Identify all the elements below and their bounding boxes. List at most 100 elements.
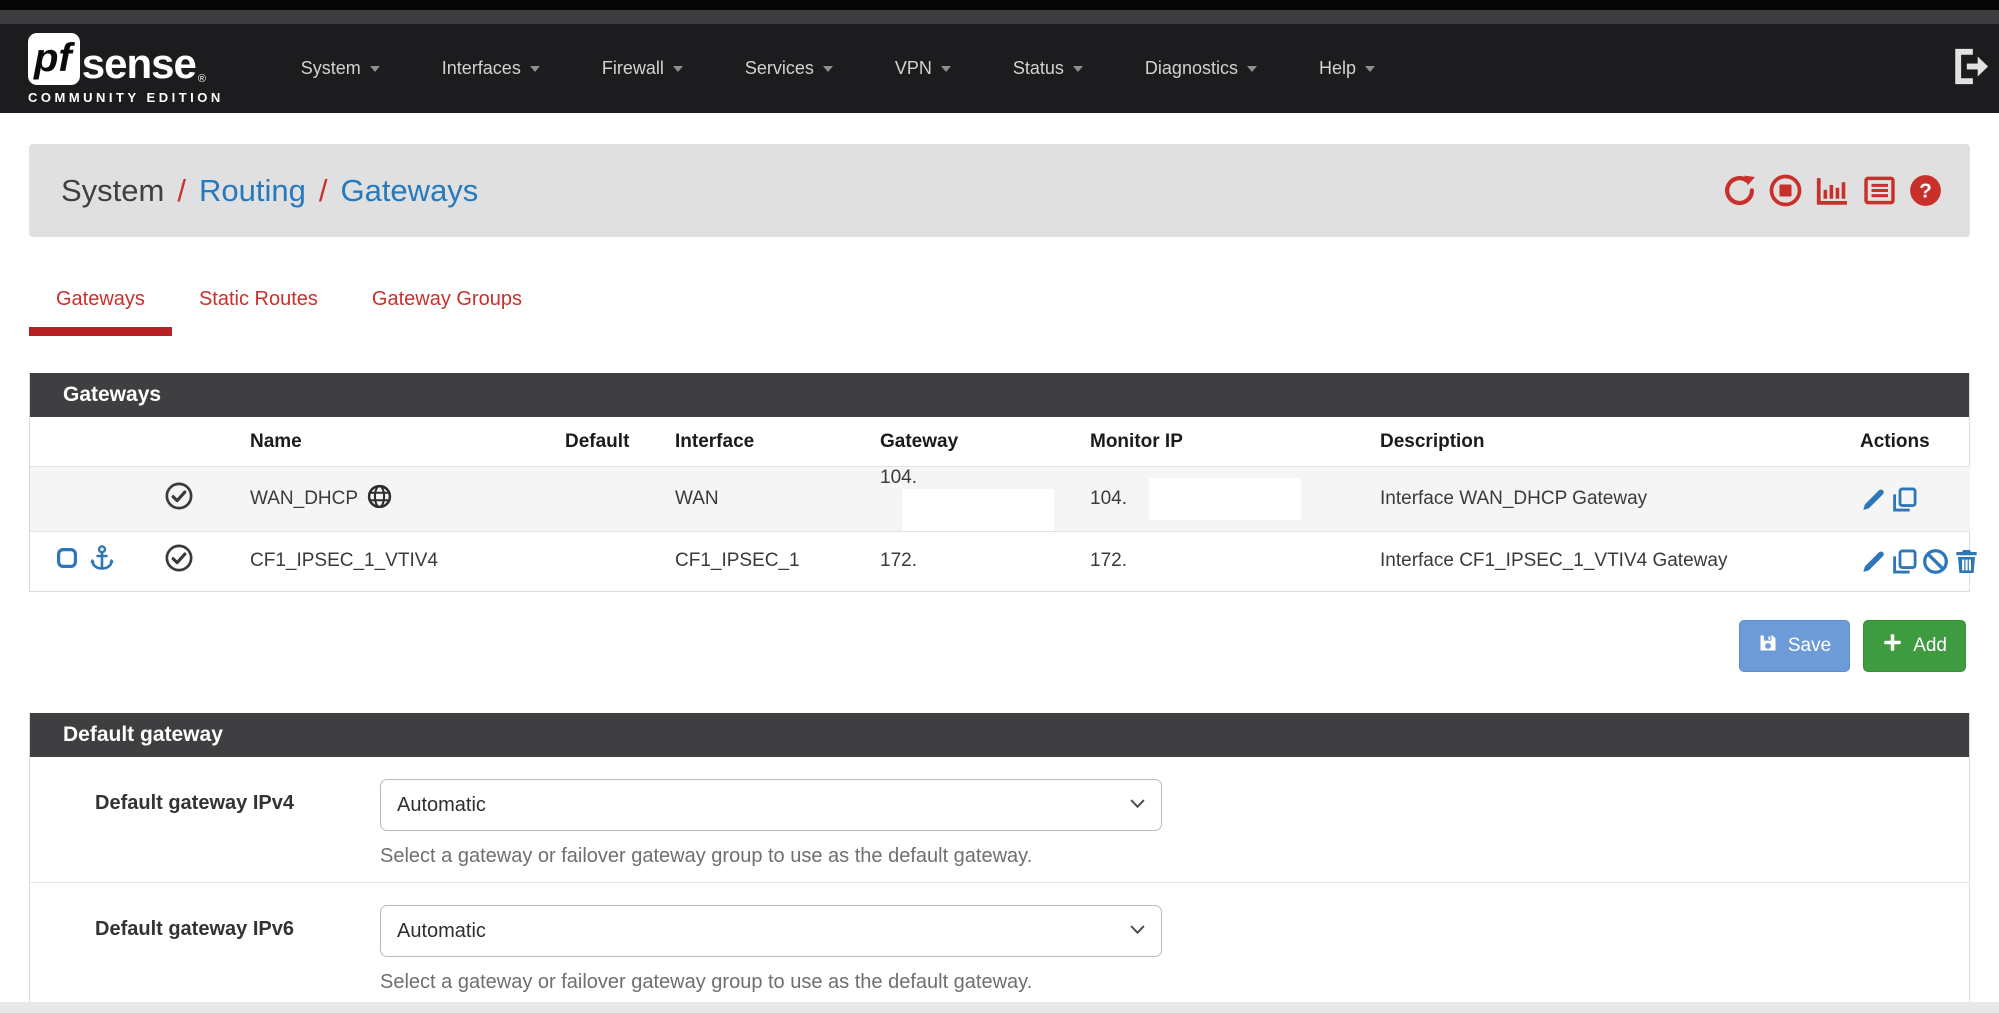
- table-row: CF1_IPSEC_1_VTIV4 CF1_IPSEC_1 172. 172. …: [30, 532, 1970, 591]
- chevron-down-icon: [370, 66, 380, 72]
- default-gateway-ipv4-row: Default gateway IPv4 Automatic Select a …: [30, 757, 1969, 882]
- breadcrumb: System / Routing / Gateways: [61, 173, 478, 209]
- gateway-name: WAN_DHCP: [250, 488, 358, 510]
- gateway-description: Interface CF1_IPSEC_1_VTIV4 Gateway: [1360, 532, 1840, 591]
- check-circle-icon: [165, 494, 193, 515]
- logo-registered-mark: ®: [198, 73, 206, 85]
- monitor-ip: 104.: [1090, 488, 1127, 509]
- square-icon[interactable]: [55, 546, 79, 576]
- check-circle-icon: [165, 556, 193, 577]
- copy-icon[interactable]: [1891, 486, 1918, 513]
- breadcrumb-routing-link[interactable]: Routing: [199, 173, 306, 209]
- chevron-down-icon: [941, 66, 951, 72]
- chevron-down-icon: [530, 66, 540, 72]
- gateway-default: [545, 467, 655, 532]
- breadcrumb-gateways-link[interactable]: Gateways: [340, 173, 478, 209]
- page-content: System / Routing / Gateways: [0, 144, 1999, 1009]
- help-icon[interactable]: ?: [1909, 174, 1942, 207]
- stop-icon[interactable]: [1769, 174, 1802, 207]
- trash-icon[interactable]: [1953, 548, 1980, 575]
- tab-static-routes[interactable]: Static Routes: [172, 288, 345, 336]
- col-monitor-ip: Monitor IP: [1070, 417, 1360, 467]
- default-gateway-ipv4-help: Select a gateway or failover gateway gro…: [380, 845, 1162, 868]
- gateway-interface: WAN: [655, 467, 860, 532]
- tab-gateways[interactable]: Gateways: [29, 288, 172, 336]
- menu-system[interactable]: System: [270, 58, 411, 79]
- top-strip: [0, 0, 1999, 10]
- edit-icon[interactable]: [1860, 486, 1887, 513]
- chevron-down-icon: [1073, 66, 1083, 72]
- page-action-icons: ?: [1723, 174, 1942, 207]
- menu-services[interactable]: Services: [714, 58, 864, 79]
- default-gateway-panel-title: Default gateway: [30, 713, 1969, 757]
- gateways-panel: Gateways Name Default Interface Gateway …: [29, 373, 1970, 592]
- add-button[interactable]: Add: [1863, 620, 1966, 672]
- plus-icon: [1882, 632, 1903, 659]
- gateways-buttons-row: Save Add: [29, 620, 1966, 672]
- default-gateway-ipv6-help: Select a gateway or failover gateway gro…: [380, 971, 1162, 994]
- breadcrumb-system: System: [61, 173, 164, 209]
- sign-out-icon[interactable]: [1951, 47, 1993, 90]
- svg-text:?: ?: [1919, 180, 1932, 203]
- chevron-down-icon: [823, 66, 833, 72]
- menu-diagnostics[interactable]: Diagnostics: [1114, 58, 1288, 79]
- gateway-default: [545, 532, 655, 591]
- table-row: WAN_DHCP: [30, 467, 1970, 532]
- col-description: Description: [1360, 417, 1840, 467]
- chevron-down-icon: [1247, 66, 1257, 72]
- col-actions: Actions: [1840, 417, 1970, 467]
- save-button[interactable]: Save: [1739, 620, 1850, 672]
- default-gateway-ipv6-select[interactable]: Automatic: [380, 905, 1162, 957]
- tab-gateway-groups[interactable]: Gateway Groups: [345, 288, 549, 336]
- logo-pf: pf: [28, 33, 80, 85]
- pfsense-gateways-page: pf sense ® COMMUNITY EDITION System Inte…: [0, 0, 1999, 1013]
- col-gateway: Gateway: [860, 417, 1070, 467]
- breadcrumb-separator: /: [177, 173, 186, 209]
- main-menu: System Interfaces Firewall Services VPN …: [270, 58, 1406, 79]
- col-name: Name: [230, 417, 545, 467]
- gateway-name: CF1_IPSEC_1_VTIV4: [230, 532, 545, 591]
- default-gateway-ipv6-label: Default gateway IPv6: [30, 905, 380, 994]
- logo-sense: sense: [82, 43, 196, 85]
- breadcrumb-bar: System / Routing / Gateways: [29, 144, 1970, 237]
- gateways-panel-title: Gateways: [30, 373, 1969, 417]
- globe-icon: [367, 484, 392, 515]
- menu-firewall[interactable]: Firewall: [571, 58, 714, 79]
- title-bar-strip: [0, 10, 1999, 24]
- log-icon[interactable]: [1863, 174, 1896, 207]
- top-navbar: pf sense ® COMMUNITY EDITION System Inte…: [0, 24, 1999, 113]
- chart-bar-icon[interactable]: [1815, 174, 1850, 207]
- pfsense-logo[interactable]: pf sense ® COMMUNITY EDITION: [28, 33, 224, 105]
- redaction-box: [1149, 478, 1301, 520]
- edit-icon[interactable]: [1860, 548, 1887, 575]
- default-gateway-ipv4-label: Default gateway IPv4: [30, 779, 380, 868]
- page-bottom-strip: [0, 1002, 1999, 1013]
- routing-tabs: Gateways Static Routes Gateway Groups: [29, 288, 1970, 336]
- chevron-down-icon: [1365, 66, 1375, 72]
- gateway-description: Interface WAN_DHCP Gateway: [1360, 467, 1840, 532]
- ban-icon[interactable]: [1922, 548, 1949, 575]
- redaction-box: [902, 489, 1054, 531]
- menu-help[interactable]: Help: [1288, 58, 1406, 79]
- gateway-address: 172.: [860, 532, 1070, 591]
- col-default: Default: [545, 417, 655, 467]
- gateways-table: Name Default Interface Gateway Monitor I…: [30, 417, 1970, 591]
- menu-interfaces[interactable]: Interfaces: [411, 58, 571, 79]
- col-interface: Interface: [655, 417, 860, 467]
- menu-vpn[interactable]: VPN: [864, 58, 982, 79]
- logo-subtitle: COMMUNITY EDITION: [28, 90, 224, 105]
- chevron-down-icon: [673, 66, 683, 72]
- default-gateway-ipv4-select[interactable]: Automatic: [380, 779, 1162, 831]
- default-gateway-panel: Default gateway Default gateway IPv4 Aut…: [29, 713, 1970, 1009]
- breadcrumb-separator: /: [319, 173, 328, 209]
- copy-icon[interactable]: [1891, 548, 1918, 575]
- gateway-interface: CF1_IPSEC_1: [655, 532, 860, 591]
- anchor-icon: [88, 544, 116, 578]
- gateway-address: 104.: [880, 467, 917, 488]
- table-header-row: Name Default Interface Gateway Monitor I…: [30, 417, 1970, 467]
- menu-status[interactable]: Status: [982, 58, 1114, 79]
- default-gateway-ipv6-row: Default gateway IPv6 Automatic Select a …: [30, 882, 1969, 1008]
- monitor-ip: 172.: [1070, 532, 1360, 591]
- save-icon: [1758, 633, 1778, 659]
- refresh-icon[interactable]: [1723, 174, 1756, 207]
